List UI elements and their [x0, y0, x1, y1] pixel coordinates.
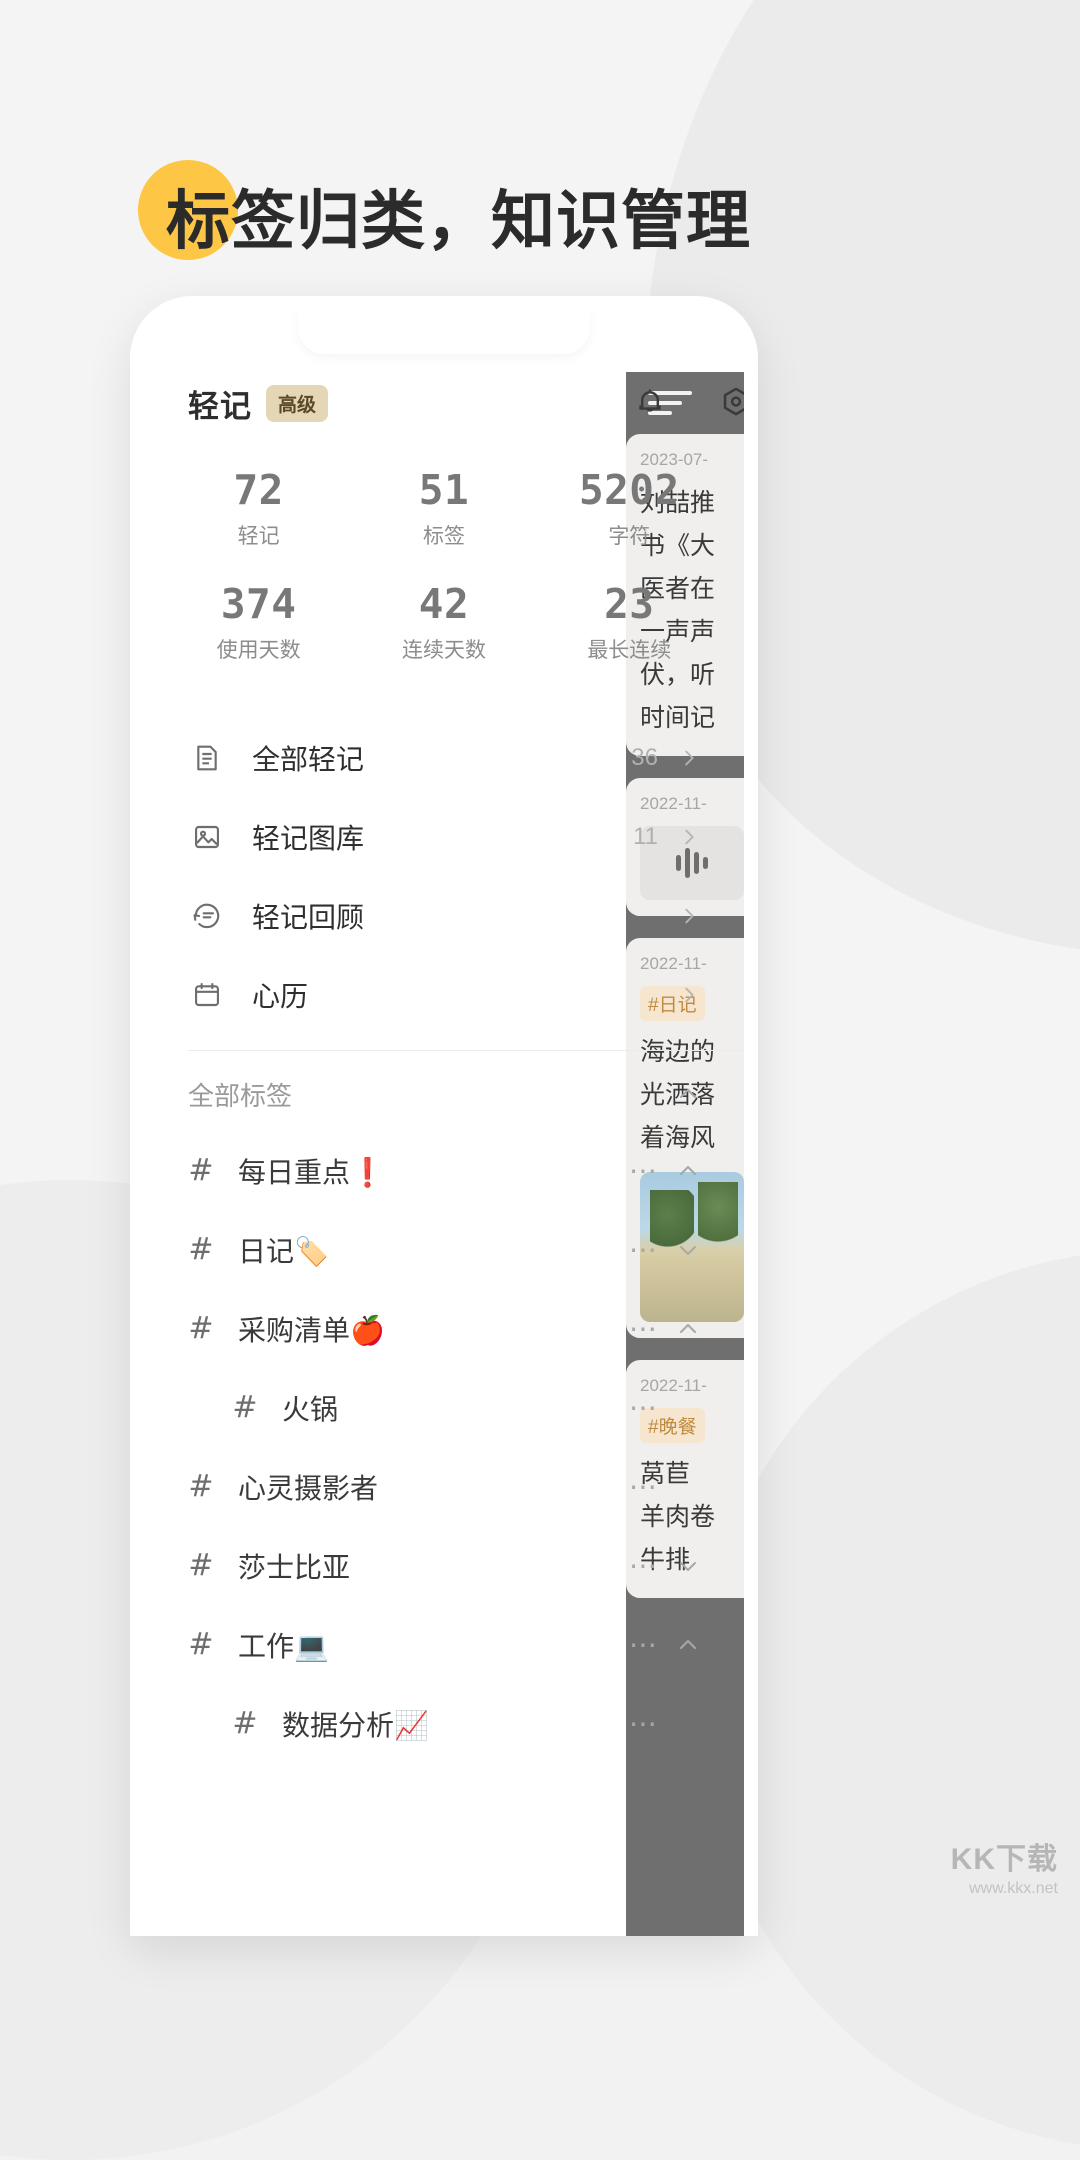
- caret-placeholder: [676, 1475, 700, 1499]
- tag-more-icon[interactable]: ⋯: [629, 1549, 660, 1582]
- stats-grid: 72 轻记 51 标签 5202 字符 374 使用天数 42 连续天数 23 …: [144, 466, 744, 664]
- hash-icon: #: [188, 1469, 214, 1504]
- tag-item[interactable]: # 心灵摄影者 ⋯: [144, 1447, 744, 1526]
- tag-label: 火锅: [282, 1393, 339, 1425]
- tag-label: 采购清单🍎: [238, 1314, 385, 1346]
- chevron-right-icon: [678, 826, 700, 848]
- tag-item[interactable]: # 日记🏷️ ⋯: [144, 1210, 744, 1289]
- phone-mockup: 2023-07- 刘喆推 书《大 医者在 一声声 伏，听 时间记 2022-11…: [130, 296, 758, 1936]
- hash-icon: #: [232, 1706, 258, 1741]
- tag-label: 莎士比亚: [238, 1551, 351, 1583]
- hash-icon: #: [232, 1390, 258, 1425]
- app-header: 轻记 高级: [144, 372, 626, 434]
- settings-hex-icon[interactable]: [716, 383, 744, 423]
- stat-label: 连续天数: [401, 639, 486, 662]
- page-title: 轻记: [188, 388, 252, 424]
- stat-label: 最长连续: [587, 639, 672, 662]
- chevron-down-icon[interactable]: [676, 1554, 700, 1578]
- headline-banner: 标签归类，知识管理: [0, 74, 1080, 260]
- hash-icon: #: [188, 1548, 214, 1583]
- image-icon: [188, 818, 226, 856]
- phone-notch: [298, 310, 590, 354]
- tag-item[interactable]: # 每日重点❗ ⋯: [144, 1131, 744, 1210]
- hash-icon: #: [188, 1311, 214, 1346]
- tag-more-icon[interactable]: ⋯: [629, 1312, 660, 1345]
- menu-item-count: 11: [633, 822, 658, 850]
- hash-icon: #: [188, 1153, 214, 1188]
- stat-value: 51: [418, 466, 470, 514]
- chevron-right-icon: [678, 747, 700, 769]
- stat-value: 374: [220, 580, 297, 628]
- tag-more-icon[interactable]: ⋯: [629, 1154, 660, 1187]
- stat-item[interactable]: 42 连续天数: [351, 580, 536, 664]
- menu-item-all-notes[interactable]: 全部轻记 36: [188, 718, 744, 797]
- menu-item-label: 轻记图库: [252, 822, 365, 854]
- bell-icon[interactable]: [630, 383, 670, 423]
- premium-badge[interactable]: 高级: [266, 384, 329, 422]
- headline-text: 标签归类，知识管理: [166, 185, 751, 257]
- calendar-icon: [188, 976, 226, 1014]
- tag-item[interactable]: # 工作💻 ⋯: [144, 1605, 744, 1684]
- menu-item-calendar[interactable]: 心历: [188, 955, 744, 1034]
- tags-section-label: 全部标签: [188, 1080, 293, 1111]
- stat-item[interactable]: 23 最长连续: [537, 580, 722, 664]
- menu-item-gallery[interactable]: 轻记图库 11: [188, 797, 744, 876]
- stat-label: 字符: [608, 525, 651, 548]
- stat-label: 标签: [422, 525, 465, 548]
- menu-item-label: 轻记回顾: [252, 901, 365, 933]
- chevron-up-icon[interactable]: [676, 1633, 700, 1657]
- watermark-title: KK下载: [950, 1843, 1058, 1876]
- tag-more-icon[interactable]: ⋯: [629, 1707, 660, 1740]
- header-actions: [630, 372, 744, 434]
- app-drawer: 轻记 高级 72 轻记 51 标签 5202 字符 374 使用天数 42 连续…: [144, 310, 744, 1936]
- tags-section-header[interactable]: 全部标签: [144, 1057, 744, 1131]
- section-divider: [188, 1050, 744, 1051]
- menu-item-review[interactable]: 轻记回顾: [188, 876, 744, 955]
- stat-label: 轻记: [237, 525, 280, 548]
- tag-more-icon[interactable]: ⋯: [629, 1391, 660, 1424]
- chevron-up-icon[interactable]: [676, 1159, 700, 1183]
- hash-icon: #: [188, 1232, 214, 1267]
- stat-item[interactable]: 374 使用天数: [166, 580, 351, 664]
- stat-value: 72: [233, 466, 284, 514]
- caret-placeholder: [676, 1396, 700, 1420]
- stat-label: 使用天数: [216, 639, 301, 662]
- tag-item[interactable]: # 采购清单🍎 ⋯: [144, 1289, 744, 1368]
- tag-more-icon[interactable]: ⋯: [629, 1628, 660, 1661]
- review-icon: [188, 897, 226, 935]
- stat-value: 42: [418, 580, 470, 628]
- chevron-right-icon: [678, 984, 700, 1006]
- tag-item[interactable]: # 莎士比亚 ⋯: [144, 1526, 744, 1605]
- chevron-down-icon[interactable]: [676, 1238, 700, 1262]
- stat-item[interactable]: 5202 字符: [537, 466, 722, 550]
- tag-more-icon[interactable]: ⋯: [629, 1233, 660, 1266]
- tag-label: 数据分析📈: [282, 1709, 429, 1741]
- stat-item[interactable]: 51 标签: [351, 466, 536, 550]
- chevron-right-icon: [678, 905, 700, 927]
- tag-more-icon[interactable]: ⋯: [629, 1470, 660, 1503]
- document-icon: [188, 739, 226, 777]
- chevron-up-icon[interactable]: [676, 1082, 700, 1106]
- tag-item[interactable]: # 数据分析📈 ⋯: [144, 1684, 744, 1763]
- caret-placeholder: [676, 1712, 700, 1736]
- tag-label: 每日重点❗: [238, 1156, 385, 1188]
- hash-icon: #: [188, 1627, 214, 1662]
- tag-label: 心灵摄影者: [238, 1472, 379, 1504]
- stat-value: 5202: [578, 466, 680, 514]
- tag-item[interactable]: # 火锅 ⋯: [144, 1368, 744, 1447]
- stat-value: 23: [604, 580, 655, 628]
- watermark: KK下载 www.kkx.net: [951, 1834, 1058, 1898]
- menu-list: 全部轻记 36 轻记图库 11 轻记回顾 心历: [144, 718, 744, 1034]
- menu-item-label: 心历: [252, 980, 309, 1012]
- tag-label: 日记🏷️: [238, 1235, 329, 1267]
- phone-screen: 2023-07- 刘喆推 书《大 医者在 一声声 伏，听 时间记 2022-11…: [144, 310, 744, 1936]
- menu-item-count: 36: [631, 743, 658, 771]
- tag-label: 工作💻: [238, 1630, 329, 1662]
- menu-item-label: 全部轻记: [252, 743, 365, 775]
- stat-item[interactable]: 72 轻记: [166, 466, 351, 550]
- watermark-url: www.kkx.net: [969, 1880, 1058, 1897]
- chevron-up-icon[interactable]: [676, 1317, 700, 1341]
